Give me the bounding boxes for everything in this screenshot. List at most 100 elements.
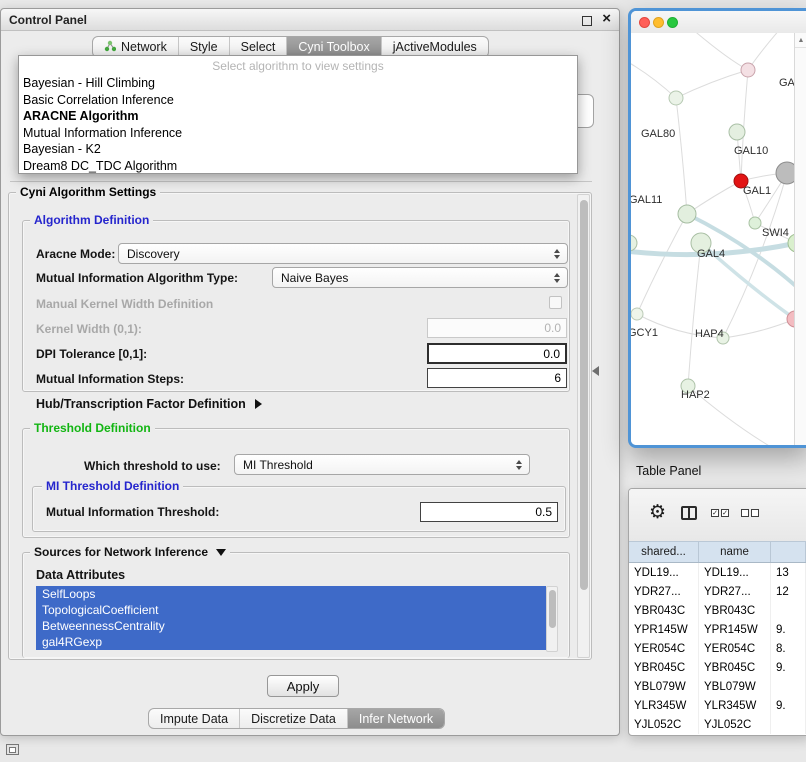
kernel-width-label: Kernel Width (0,1): <box>36 322 142 336</box>
algorithm-option[interactable]: Bayesian - K2 <box>19 141 577 158</box>
mi-threshold-input[interactable]: 0.5 <box>420 502 558 522</box>
network-node[interactable] <box>729 124 745 140</box>
attribute-item[interactable]: TopologicalCoefficient <box>36 602 546 618</box>
algorithm-option[interactable]: Bayesian - Hill Climbing <box>19 75 577 92</box>
close-traffic-light-icon[interactable] <box>639 17 650 28</box>
mi-type-select[interactable]: Naive Bayes <box>272 267 568 288</box>
minimized-panel-icon-inner <box>9 747 16 753</box>
column-header[interactable]: shared... <box>629 542 699 562</box>
network-canvas[interactable]: GALGAL80GAL10GAL11GAL1SWI4GAL4GCY1HAP4YH… <box>631 33 806 445</box>
network-view-window[interactable]: GALGAL80GAL10GAL11GAL1SWI4GAL4GCY1HAP4YH… <box>628 8 806 448</box>
network-node[interactable] <box>741 63 755 77</box>
table-row[interactable]: YLR345WYLR345W9. <box>629 696 806 715</box>
zoom-traffic-light-icon[interactable] <box>667 17 678 28</box>
bottom-tab-infer-network[interactable]: Infer Network <box>348 709 444 728</box>
table-row[interactable]: YER054CYER054C8. <box>629 639 806 658</box>
network-node[interactable] <box>678 205 696 223</box>
close-window-icon[interactable]: × <box>602 10 611 27</box>
table-row[interactable]: YDL19...YDL19...13 <box>629 563 806 582</box>
bottom-tab-impute-data[interactable]: Impute Data <box>149 709 240 728</box>
network-node[interactable] <box>669 91 683 105</box>
tab-label: Style <box>190 40 218 54</box>
table-cell: YPR145W <box>699 620 771 639</box>
minimize-traffic-light-icon[interactable] <box>653 17 664 28</box>
table-cell: YBL079W <box>629 677 699 696</box>
data-attributes-list[interactable]: SelfLoopsTopologicalCoefficientBetweenne… <box>36 586 546 650</box>
deselect-all-icon[interactable] <box>741 509 759 517</box>
gear-icon[interactable]: ⚙ <box>649 501 666 524</box>
tab-select[interactable]: Select <box>230 37 288 57</box>
algorithm-option[interactable]: Mutual Information Inference <box>19 125 577 142</box>
table-cell: YBR043C <box>629 601 699 620</box>
select-all-icon[interactable]: ✓✓ <box>711 509 729 517</box>
manual-kernel-checkbox[interactable] <box>549 296 562 309</box>
table-cell: YLR345W <box>629 696 699 715</box>
mi-steps-input[interactable]: 6 <box>427 368 567 388</box>
attribute-item[interactable]: SelfLoops <box>36 586 546 602</box>
settings-scrollbar[interactable] <box>577 194 590 658</box>
table-row[interactable]: YBR043CYBR043C <box>629 601 806 620</box>
combo-arrows-icon <box>554 249 560 259</box>
table-row[interactable]: YPR145WYPR145W9. <box>629 620 806 639</box>
bottom-tab-discretize-data[interactable]: Discretize Data <box>240 709 348 728</box>
algorithm-option[interactable]: Dream8 DC_TDC Algorithm <box>19 158 577 175</box>
table-cell: YJL052C <box>699 715 771 734</box>
network-node[interactable] <box>631 308 643 320</box>
network-edge <box>688 243 701 386</box>
table-header: shared...name <box>629 541 806 563</box>
attribute-list-scrollbar-thumb[interactable] <box>549 590 556 628</box>
table-cell: YBR045C <box>699 658 771 677</box>
float-window-icon[interactable] <box>582 16 592 26</box>
control-panel-titlebar[interactable]: Control Panel × <box>1 9 619 31</box>
tab-label: Select <box>241 40 276 54</box>
network-vertical-scrollbar[interactable]: ▲ <box>794 33 806 445</box>
tab-label: jActiveModules <box>393 40 477 54</box>
table-row[interactable]: YDR27...YDR27...12 <box>629 582 806 601</box>
table-cell: YDR27... <box>699 582 771 601</box>
network-window-titlebar[interactable] <box>631 11 806 34</box>
table-panel-title: Table Panel <box>636 464 701 478</box>
hub-section-toggle[interactable]: Hub/Transcription Factor Definition <box>36 397 262 411</box>
tab-cyni-toolbox[interactable]: Cyni Toolbox <box>287 37 381 57</box>
hidden-panel-edge <box>10 181 592 182</box>
attribute-item[interactable]: BetweennessCentrality <box>36 618 546 634</box>
column-header[interactable]: name <box>699 542 771 562</box>
table-cell: YJL052C <box>629 715 699 734</box>
sources-section-toggle[interactable]: Sources for Network Inference <box>30 545 230 559</box>
sources-section-label: Sources for Network Inference <box>34 545 208 559</box>
network-edge <box>723 319 795 338</box>
network-node-label: SWI4 <box>762 227 789 239</box>
network-node-label: GAL80 <box>641 128 675 140</box>
scroll-up-arrow-icon[interactable]: ▲ <box>795 33 806 48</box>
table-row[interactable]: YJL052CYJL052C <box>629 715 806 734</box>
aracne-mode-select[interactable]: Discovery <box>118 243 568 264</box>
algorithm-dropdown-list: Bayesian - Hill ClimbingBasic Correlatio… <box>19 75 577 174</box>
attribute-item[interactable]: gal4RGexp <box>36 634 546 650</box>
which-threshold-select[interactable]: MI Threshold <box>234 454 530 475</box>
table-row[interactable]: YBL079WYBL079W <box>629 677 806 696</box>
column-header[interactable] <box>771 542 806 562</box>
attribute-list-scrollbar[interactable] <box>546 586 558 652</box>
tab-style[interactable]: Style <box>179 37 230 57</box>
dpi-tolerance-label: DPI Tolerance [0,1]: <box>36 347 147 361</box>
tab-network[interactable]: Network <box>93 37 179 57</box>
manual-kernel-label: Manual Kernel Width Definition <box>36 297 213 311</box>
table-cell: 9. <box>771 696 806 715</box>
minimized-panel-icon[interactable] <box>6 744 19 755</box>
columns-icon[interactable] <box>681 506 697 520</box>
aracne-mode-label: Aracne Mode: <box>36 247 115 261</box>
dpi-tolerance-input[interactable]: 0.0 <box>427 343 567 364</box>
network-node[interactable] <box>749 217 761 229</box>
table-cell <box>771 601 806 620</box>
table-toolbar: ⚙ ✓✓ <box>629 489 806 542</box>
table-body: YDL19...YDL19...13YDR27...YDR27...12YBR0… <box>629 563 806 735</box>
kernel-width-input: 0.0 <box>427 318 567 338</box>
tab-jactivemodules[interactable]: jActiveModules <box>382 37 488 57</box>
network-node[interactable] <box>631 235 637 251</box>
algorithm-option[interactable]: ARACNE Algorithm <box>19 108 577 125</box>
settings-scrollbar-thumb[interactable] <box>580 200 588 590</box>
table-row[interactable]: YBR045CYBR045C9. <box>629 658 806 677</box>
apply-button[interactable]: Apply <box>267 675 339 697</box>
algorithm-option[interactable]: Basic Correlation Inference <box>19 92 577 109</box>
splitter-collapse-arrow[interactable] <box>592 366 599 376</box>
